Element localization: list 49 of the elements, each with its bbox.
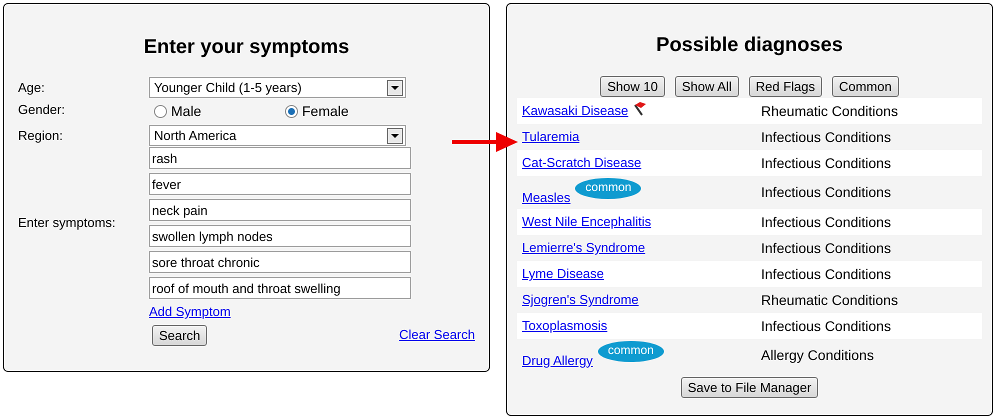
radio-button[interactable] xyxy=(285,105,298,118)
diagnosis-link[interactable]: Kawasaki Disease xyxy=(522,101,628,121)
category-text: Infectious Conditions xyxy=(761,183,891,202)
age-label: Age: xyxy=(18,78,46,97)
add-symptom-link[interactable]: Add Symptom xyxy=(149,304,231,319)
category-text: Allergy Conditions xyxy=(761,346,874,365)
diagnosis-link[interactable]: Measles xyxy=(522,188,570,207)
filter-button[interactable]: Red Flags xyxy=(748,76,822,97)
common-badge: common xyxy=(575,178,642,199)
diagnosis-link[interactable]: Sjogren's Syndrome xyxy=(522,290,639,310)
diagnosis-link[interactable]: Lyme Disease xyxy=(522,264,604,284)
panel-title: Possible diagnoses xyxy=(655,33,844,57)
category-text: Infectious Conditions xyxy=(761,316,891,336)
diagnosis-link[interactable]: Drug Allergy xyxy=(522,350,593,370)
symptom-field[interactable]: rash xyxy=(149,147,411,169)
radio-label: Male xyxy=(171,102,202,121)
search-button[interactable]: Search xyxy=(152,324,208,346)
radio-button[interactable] xyxy=(154,105,167,118)
save-button[interactable]: Save to File Manager xyxy=(680,377,818,398)
diagnosis-link[interactable]: West Nile Encephalitis xyxy=(522,212,652,232)
filter-button[interactable]: Show 10 xyxy=(600,76,665,97)
symptom-field[interactable]: fever xyxy=(149,173,411,195)
category-text: Infectious Conditions xyxy=(761,264,891,284)
category-text: Infectious Conditions xyxy=(761,212,891,232)
symptom-field[interactable]: neck pain xyxy=(149,199,411,221)
category-text: Rheumatic Conditions xyxy=(761,290,898,310)
symptom-field[interactable]: sore throat chronic xyxy=(149,251,411,273)
radio-label: Female xyxy=(302,102,349,121)
symptoms-label: Enter symptoms: xyxy=(18,214,117,232)
symptom-field[interactable]: roof of mouth and throat swelling xyxy=(149,277,411,299)
category-text: Infectious Conditions xyxy=(761,128,891,146)
arrow-icon xyxy=(452,130,518,154)
filter-button[interactable]: Show All xyxy=(674,76,739,97)
common-badge: common xyxy=(598,341,664,362)
category-text: Rheumatic Conditions xyxy=(761,102,898,120)
clear-search-link[interactable]: Clear Search xyxy=(399,325,475,345)
category-text: Infectious Conditions xyxy=(761,238,891,258)
diagnosis-link[interactable]: Cat-Scratch Disease xyxy=(522,153,642,173)
panel-title: Enter your symptoms xyxy=(142,35,350,59)
filter-button[interactable]: Common xyxy=(832,76,899,97)
age-select[interactable]: Younger Child (1-5 years) xyxy=(149,77,406,98)
category-text: Infectious Conditions xyxy=(761,154,891,172)
region-select[interactable]: North America xyxy=(149,125,406,146)
gender-label: Gender: xyxy=(18,101,66,120)
diagnosis-link[interactable]: Toxoplasmosis xyxy=(522,316,608,336)
diagnosis-link[interactable]: Tularemia xyxy=(522,127,580,147)
symptom-field[interactable]: swollen lymph nodes xyxy=(149,225,411,247)
diagnosis-link[interactable]: Lemierre's Syndrome xyxy=(522,238,646,258)
region-label: Region: xyxy=(18,126,64,145)
